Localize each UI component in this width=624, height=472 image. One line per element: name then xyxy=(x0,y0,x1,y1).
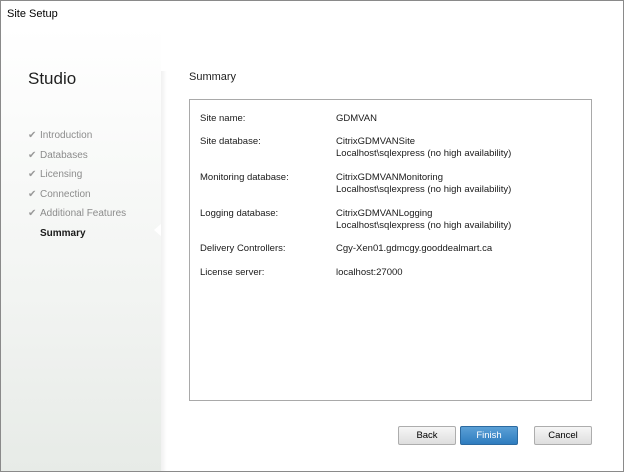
step-label: Connection xyxy=(40,188,91,200)
step-label: Additional Features xyxy=(40,208,127,219)
checkmark-icon: ✔ xyxy=(28,130,37,141)
step-licensing: ✔ Licensing xyxy=(28,169,126,189)
title-bar: Site Setup xyxy=(1,1,623,27)
checkmark-icon: ✔ xyxy=(28,188,37,200)
page-title: Summary xyxy=(189,71,237,83)
step-databases: ✔ Databases xyxy=(28,150,126,170)
row-label: Site database: xyxy=(200,136,261,147)
step-label: Licensing xyxy=(40,169,83,180)
site-setup-window: Site Setup Studio ✔ Introduction ✔ Databas… xyxy=(0,0,624,472)
row-label: Logging database: xyxy=(200,208,279,219)
row-value: Cgy-Xen01.gdmcgy.gooddealmart.ca xyxy=(336,243,493,254)
row-value: localhost:27000 xyxy=(336,267,403,278)
checkmark-icon: ✔ xyxy=(28,208,37,219)
step-summary: Summary xyxy=(28,228,126,248)
row-label: Monitoring database: xyxy=(200,172,289,183)
summary-panel: Site name: GDMVAN Site database: CitrixG… xyxy=(189,99,592,401)
step-additional-features: ✔ Additional Features xyxy=(28,208,126,228)
step-connection: ✔ Connection xyxy=(28,189,126,209)
sidebar-title: Studio xyxy=(28,69,77,88)
finish-button[interactable]: Finish xyxy=(460,426,518,445)
window-title: Site Setup xyxy=(7,8,58,20)
step-label: Summary xyxy=(40,227,86,239)
sidebar: Studio ✔ Introduction ✔ Databases ✔ Licensi… xyxy=(1,27,161,471)
panel-divider xyxy=(161,71,167,471)
row-label: License server: xyxy=(200,267,265,278)
checkmark-icon: ✔ xyxy=(28,149,37,161)
checkmark-icon: ✔ xyxy=(28,169,37,180)
row-label: Site name: xyxy=(200,113,246,124)
step-introduction: ✔ Introduction xyxy=(28,130,126,150)
row-value: CitrixGDMVANLogging Localhost\sqlexpress… xyxy=(336,208,512,231)
row-value: CitrixGDMVANSite Localhost\sqlexpress (n… xyxy=(336,136,512,159)
row-value: CitrixGDMVANMonitoring Localhost\sqlexpr… xyxy=(336,172,512,195)
step-list: ✔ Introduction ✔ Databases ✔ Licensing ✔ Con… xyxy=(28,130,126,247)
row-value: GDMVAN xyxy=(336,113,377,124)
cancel-button[interactable]: Cancel xyxy=(534,426,592,445)
row-label: Delivery Controllers: xyxy=(200,243,286,254)
step-label: Databases xyxy=(40,149,88,161)
step-label: Introduction xyxy=(40,130,93,141)
back-button[interactable]: Back xyxy=(398,426,456,445)
